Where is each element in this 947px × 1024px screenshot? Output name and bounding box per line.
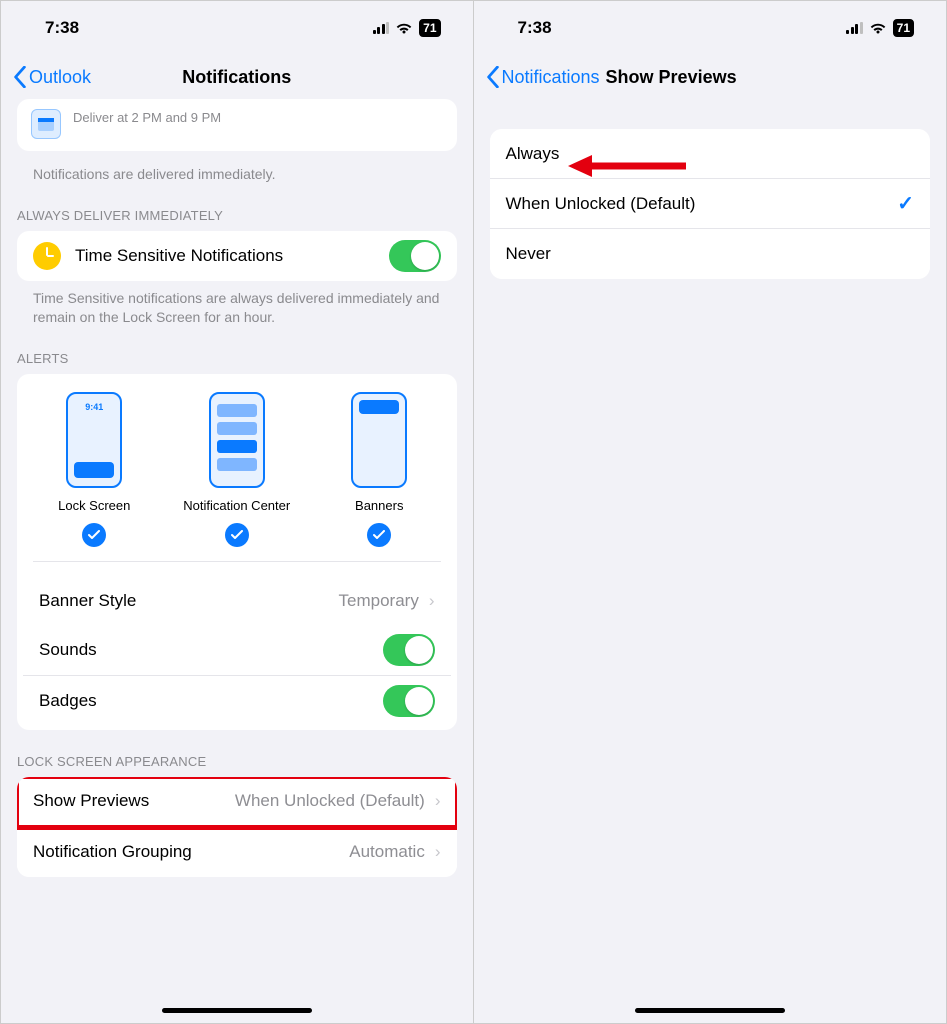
notification-center-preview-icon: [209, 392, 265, 488]
option-always-label: Always: [506, 144, 915, 164]
notification-grouping-row[interactable]: Notification Grouping Automatic ›: [17, 827, 457, 877]
section-always-deliver: Always Deliver Immediately: [1, 184, 473, 231]
notification-grouping-label: Notification Grouping: [33, 842, 349, 862]
time-sensitive-toggle[interactable]: [389, 240, 441, 272]
banners-label: Banners: [355, 498, 403, 513]
status-time: 7:38: [518, 18, 552, 38]
schedule-subtitle: Deliver at 2 PM and 9 PM: [73, 110, 221, 125]
badges-toggle[interactable]: [383, 685, 435, 717]
chevron-left-icon: [486, 66, 500, 88]
back-button[interactable]: Outlook: [13, 66, 91, 88]
battery-icon: 71: [419, 19, 440, 37]
section-alerts: Alerts: [1, 327, 473, 374]
show-previews-value: When Unlocked (Default): [235, 791, 425, 811]
notification-center-label: Notification Center: [183, 498, 290, 513]
time-sensitive-footer: Time Sensitive notifications are always …: [17, 281, 457, 327]
clock-icon: [33, 242, 61, 270]
alert-option-lockscreen[interactable]: Lock Screen: [29, 392, 159, 547]
content-scroll[interactable]: Deliver at 2 PM and 9 PM Notifications a…: [1, 99, 473, 1023]
alert-option-notification-center[interactable]: Notification Center: [172, 392, 302, 547]
sounds-row[interactable]: Sounds: [23, 626, 451, 676]
option-never-label: Never: [506, 244, 915, 264]
cellular-icon: [846, 22, 863, 34]
status-bar: 7:38 71: [1, 1, 473, 55]
banners-check-icon: [367, 523, 391, 547]
alerts-card: Lock Screen Notification Center Banners: [17, 374, 457, 730]
home-indicator[interactable]: [635, 1008, 785, 1013]
home-indicator[interactable]: [162, 1008, 312, 1013]
status-indicators: 71: [846, 19, 914, 37]
chevron-left-icon: [13, 66, 27, 88]
banners-preview-icon: [351, 392, 407, 488]
status-indicators: 71: [373, 19, 441, 37]
time-sensitive-row[interactable]: Time Sensitive Notifications: [17, 231, 457, 281]
sounds-toggle[interactable]: [383, 634, 435, 666]
notification-center-check-icon: [225, 523, 249, 547]
delivered-immediately-footer: Notifications are delivered immediately.: [17, 151, 457, 184]
back-label: Notifications: [502, 67, 600, 88]
show-previews-label: Show Previews: [33, 791, 235, 811]
chevron-right-icon: ›: [435, 842, 441, 862]
battery-icon: 71: [893, 19, 914, 37]
show-previews-row[interactable]: Show Previews When Unlocked (Default) ›: [17, 777, 457, 827]
wifi-icon: [395, 21, 413, 35]
chevron-right-icon: ›: [435, 791, 441, 811]
status-time: 7:38: [45, 18, 79, 38]
schedule-icon: [31, 109, 61, 139]
phone-show-previews: 7:38 71 Notifications Show Previews Alwa…: [474, 1, 947, 1023]
lockscreen-preview-icon: [66, 392, 122, 488]
back-label: Outlook: [29, 67, 91, 88]
nav-bar: Outlook Notifications: [1, 55, 473, 99]
alert-option-banners[interactable]: Banners: [314, 392, 444, 547]
page-title: Show Previews: [606, 67, 737, 88]
badges-label: Badges: [39, 691, 383, 711]
status-bar: 7:38 71: [474, 1, 947, 55]
lockscreen-check-icon: [82, 523, 106, 547]
wifi-icon: [869, 21, 887, 35]
notification-grouping-value: Automatic: [349, 842, 425, 862]
phone-notifications-settings: 7:38 71 Outlook Notifications Deliver at…: [1, 1, 474, 1023]
content-scroll[interactable]: Always When Unlocked (Default) ✓ Never: [474, 99, 947, 1023]
lockscreen-label: Lock Screen: [58, 498, 130, 513]
option-never[interactable]: Never: [490, 229, 931, 279]
option-when-unlocked[interactable]: When Unlocked (Default) ✓: [490, 179, 931, 229]
banner-style-row[interactable]: Banner Style Temporary ›: [23, 576, 451, 626]
option-when-unlocked-label: When Unlocked (Default): [506, 194, 898, 214]
checkmark-icon: ✓: [897, 191, 914, 216]
back-button[interactable]: Notifications: [486, 66, 600, 88]
sounds-label: Sounds: [39, 640, 383, 660]
time-sensitive-label: Time Sensitive Notifications: [75, 246, 389, 266]
badges-row[interactable]: Badges: [23, 676, 451, 726]
banner-style-value: Temporary: [339, 591, 419, 611]
banner-style-label: Banner Style: [39, 591, 339, 611]
cellular-icon: [373, 22, 390, 34]
nav-bar: Notifications Show Previews: [474, 55, 947, 99]
section-lockscreen-appearance: Lock Screen Appearance: [1, 730, 473, 777]
chevron-right-icon: ›: [429, 591, 435, 611]
option-always[interactable]: Always: [490, 129, 931, 179]
schedule-summary-card[interactable]: Deliver at 2 PM and 9 PM: [17, 99, 457, 151]
